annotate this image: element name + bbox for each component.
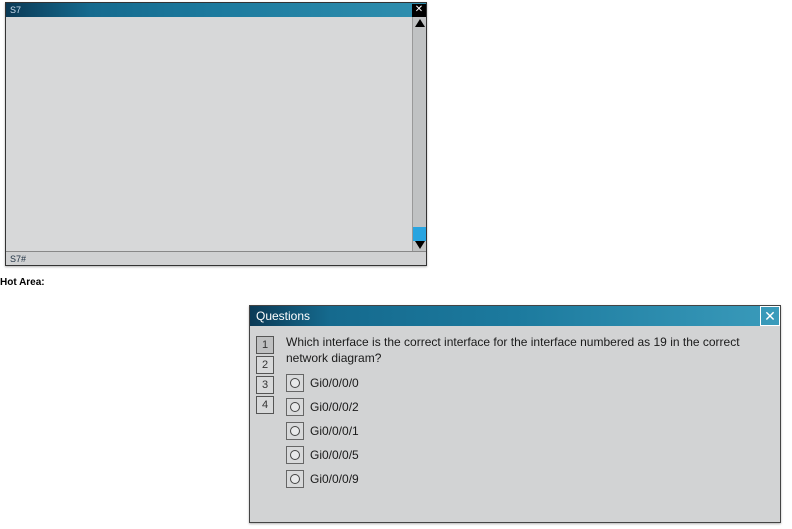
terminal-prompt: S7#: [10, 254, 26, 264]
option-radio-4[interactable]: [286, 470, 304, 488]
questions-window: Questions ✕ 1 2 3 4 Which interface is t…: [249, 305, 781, 523]
option-label: Gi0/0/0/2: [310, 399, 359, 415]
radio-icon: [290, 378, 300, 388]
terminal-title: S7: [10, 3, 21, 17]
terminal-titlebar: S7 ✕: [6, 3, 426, 17]
close-icon: ✕: [415, 3, 423, 17]
questions-body: 1 2 3 4 Which interface is the correct i…: [250, 326, 780, 522]
questions-close-button[interactable]: ✕: [760, 306, 780, 326]
terminal-content[interactable]: [6, 17, 412, 251]
option-row: Gi0/0/0/9: [286, 470, 770, 488]
scroll-track[interactable]: [413, 27, 426, 241]
scroll-thumb[interactable]: [413, 227, 426, 241]
option-radio-3[interactable]: [286, 446, 304, 464]
option-radio-1[interactable]: [286, 398, 304, 416]
question-nav-1[interactable]: 1: [256, 336, 274, 354]
option-label: Gi0/0/0/9: [310, 471, 359, 487]
option-radio-0[interactable]: [286, 374, 304, 392]
question-nav-4[interactable]: 4: [256, 396, 274, 414]
hot-area-label: Hot Area:: [0, 277, 45, 288]
scroll-up-arrow-icon[interactable]: [415, 19, 425, 27]
option-label: Gi0/0/0/5: [310, 447, 359, 463]
close-icon: ✕: [764, 306, 776, 326]
option-radio-2[interactable]: [286, 422, 304, 440]
question-options: Gi0/0/0/0 Gi0/0/0/2 Gi0/0/0/1 Gi0/0/0/5 …: [280, 374, 770, 488]
questions-titlebar: Questions ✕: [250, 306, 780, 326]
scroll-down-arrow-icon[interactable]: [415, 241, 425, 249]
question-nav-3[interactable]: 3: [256, 376, 274, 394]
question-nav-2[interactable]: 2: [256, 356, 274, 374]
radio-icon: [290, 402, 300, 412]
option-label: Gi0/0/0/0: [310, 375, 359, 391]
questions-title: Questions: [256, 306, 310, 326]
question-nav: 1 2 3 4: [256, 334, 274, 514]
terminal-scrollbar: [412, 17, 426, 251]
question-text: Which interface is the correct interface…: [280, 334, 770, 366]
option-row: Gi0/0/0/2: [286, 398, 770, 416]
radio-icon: [290, 474, 300, 484]
terminal-body: [6, 17, 426, 251]
option-row: Gi0/0/0/0: [286, 374, 770, 392]
terminal-close-button[interactable]: ✕: [412, 4, 426, 17]
terminal-window: S7 ✕ S7#: [5, 2, 427, 266]
option-label: Gi0/0/0/1: [310, 423, 359, 439]
question-content: Which interface is the correct interface…: [280, 334, 770, 514]
terminal-statusbar: S7#: [6, 251, 426, 265]
option-row: Gi0/0/0/1: [286, 422, 770, 440]
radio-icon: [290, 426, 300, 436]
radio-icon: [290, 450, 300, 460]
option-row: Gi0/0/0/5: [286, 446, 770, 464]
